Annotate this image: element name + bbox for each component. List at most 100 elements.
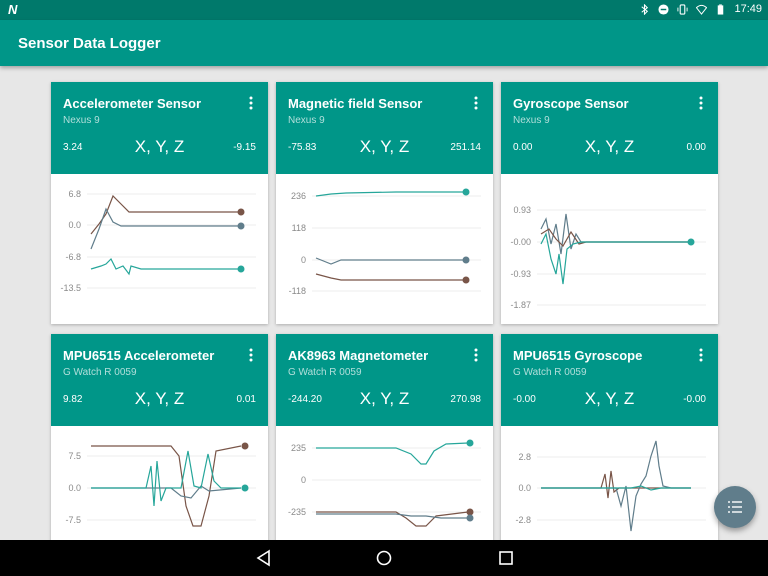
sensor-chart: 236 118 0 -118 [289, 188, 481, 296]
series-z-end [466, 439, 474, 447]
y-tick-label: 236 [291, 191, 306, 201]
sensor-card-ak8963-magnetometer[interactable]: AK8963 Magnetometer G Watch R 0059 -244.… [276, 334, 493, 540]
card-device: Nexus 9 [63, 115, 100, 126]
card-header: Magnetic field Sensor Nexus 9 -75.83 X, … [276, 82, 493, 174]
card-title: MPU6515 Gyroscope [513, 348, 643, 363]
series-x-line [90, 194, 241, 235]
status-time: 17:49 [734, 3, 762, 15]
card-max-value: -9.15 [233, 142, 256, 153]
y-tick-label: -2.8 [515, 515, 531, 525]
card-device: G Watch R 0059 [513, 367, 587, 378]
recents-icon[interactable] [497, 549, 515, 567]
y-tick-label: -235 [288, 507, 306, 517]
card-title: Accelerometer Sensor [63, 96, 202, 111]
card-title: MPU6515 Accelerometer [63, 348, 215, 363]
sensor-chart: 0.93 -0.00 -0.93 -1.87 [510, 205, 706, 310]
sensor-card-magnetic-field[interactable]: Magnetic field Sensor Nexus 9 -75.83 X, … [276, 82, 493, 324]
overflow-menu-icon[interactable] [473, 96, 479, 110]
series-y-line [540, 213, 691, 255]
bluetooth-icon [641, 3, 649, 15]
series-z-line [316, 442, 469, 465]
card-header: Accelerometer Sensor Nexus 9 3.24 X, Y, … [51, 82, 268, 174]
sensor-card-gyroscope[interactable]: Gyroscope Sensor Nexus 9 0.00 X, Y, Z 0.… [501, 82, 718, 324]
card-max-value: 270.98 [450, 394, 481, 405]
series-y-line [315, 257, 466, 265]
overflow-menu-icon[interactable] [698, 348, 704, 362]
series-z-end [687, 238, 695, 246]
navigation-bar [0, 540, 768, 576]
series-z-line [90, 257, 241, 276]
card-device: Nexus 9 [288, 115, 325, 126]
card-header: MPU6515 Gyroscope G Watch R 0059 -0.00 X… [501, 334, 718, 426]
sensor-card-mpu6515-gyroscope[interactable]: MPU6515 Gyroscope G Watch R 0059 -0.00 X… [501, 334, 718, 540]
card-device: G Watch R 0059 [63, 367, 137, 378]
y-tick-label: -7.5 [65, 515, 81, 525]
y-tick-label: 0.0 [68, 483, 81, 493]
sensor-card-mpu6515-accelerometer[interactable]: MPU6515 Accelerometer G Watch R 0059 9.8… [51, 334, 268, 540]
sensor-card-accelerometer[interactable]: Accelerometer Sensor Nexus 9 3.24 X, Y, … [51, 82, 268, 324]
series-z-end [241, 484, 249, 492]
series-z-line [91, 450, 241, 507]
series-x-line [315, 273, 466, 281]
wifi-icon [696, 4, 708, 15]
series-y-end [462, 256, 470, 264]
card-axes-label: X, Y, Z [134, 389, 185, 408]
y-tick-label: 0.0 [68, 220, 81, 230]
app-title: Sensor Data Logger [18, 35, 161, 52]
series-y-line [90, 207, 241, 250]
sensor-chart: 6.8 0.0 -6.8 -13.5 [60, 189, 256, 293]
series-z-end [462, 188, 470, 196]
series-x-end [466, 508, 474, 516]
y-tick-label: 6.8 [68, 189, 81, 199]
sensor-grid[interactable]: Accelerometer Sensor Nexus 9 3.24 X, Y, … [0, 66, 768, 540]
notification-icon: N [8, 2, 18, 17]
y-tick-label: 235 [291, 443, 306, 453]
series-z-end [237, 265, 245, 273]
overflow-menu-icon[interactable] [248, 348, 254, 362]
card-title: Gyroscope Sensor [513, 96, 629, 111]
card-header: MPU6515 Accelerometer G Watch R 0059 9.8… [51, 334, 268, 426]
series-x-end [237, 208, 245, 216]
overflow-menu-icon[interactable] [698, 96, 704, 110]
series-y-line [541, 440, 691, 532]
series-x-end [241, 442, 249, 450]
chart-gridlines [87, 193, 256, 289]
card-max-value: 0.01 [236, 394, 256, 405]
y-tick-label: -1.87 [510, 300, 531, 310]
y-tick-label: 0 [301, 255, 306, 265]
overflow-menu-icon[interactable] [248, 96, 254, 110]
y-tick-label: 0.93 [513, 205, 531, 215]
card-title: Magnetic field Sensor [288, 96, 423, 111]
do-not-disturb-icon [658, 3, 670, 15]
series-z-line [315, 191, 466, 197]
chart-gridlines [312, 447, 481, 513]
chart-gridlines [312, 195, 481, 292]
y-tick-label: -0.00 [510, 237, 531, 247]
card-axes-label: X, Y, Z [584, 137, 635, 156]
sensor-chart: 235 0 -235 [288, 439, 481, 527]
y-tick-label: 0 [301, 475, 306, 485]
vibrate-icon [677, 3, 689, 15]
status-bar: N 17:49 [0, 0, 768, 20]
home-icon[interactable] [375, 549, 393, 567]
card-max-value: -0.00 [683, 394, 706, 405]
card-title: AK8963 Magnetometer [288, 348, 429, 363]
app-bar: Sensor Data Logger [0, 20, 768, 66]
card-max-value: 251.14 [450, 142, 481, 153]
series-x-line [541, 470, 691, 499]
y-tick-label: 2.8 [518, 452, 531, 462]
card-header: Gyroscope Sensor Nexus 9 0.00 X, Y, Z 0.… [501, 82, 718, 174]
back-icon[interactable] [255, 549, 273, 567]
card-max-value: 0.00 [686, 142, 706, 153]
card-header: AK8963 Magnetometer G Watch R 0059 -244.… [276, 334, 493, 426]
battery-icon [718, 3, 724, 15]
y-tick-label: -13.5 [60, 283, 81, 293]
overflow-menu-icon[interactable] [473, 348, 479, 362]
log-list-button[interactable] [714, 486, 756, 528]
list-icon [728, 501, 742, 513]
y-tick-label: -0.93 [510, 269, 531, 279]
series-y-end [466, 514, 474, 522]
y-tick-label: 0.0 [518, 483, 531, 493]
sensor-chart: 2.8 0.0 -2.8 [515, 440, 706, 532]
sensor-chart: 7.5 0.0 -7.5 [65, 442, 256, 527]
